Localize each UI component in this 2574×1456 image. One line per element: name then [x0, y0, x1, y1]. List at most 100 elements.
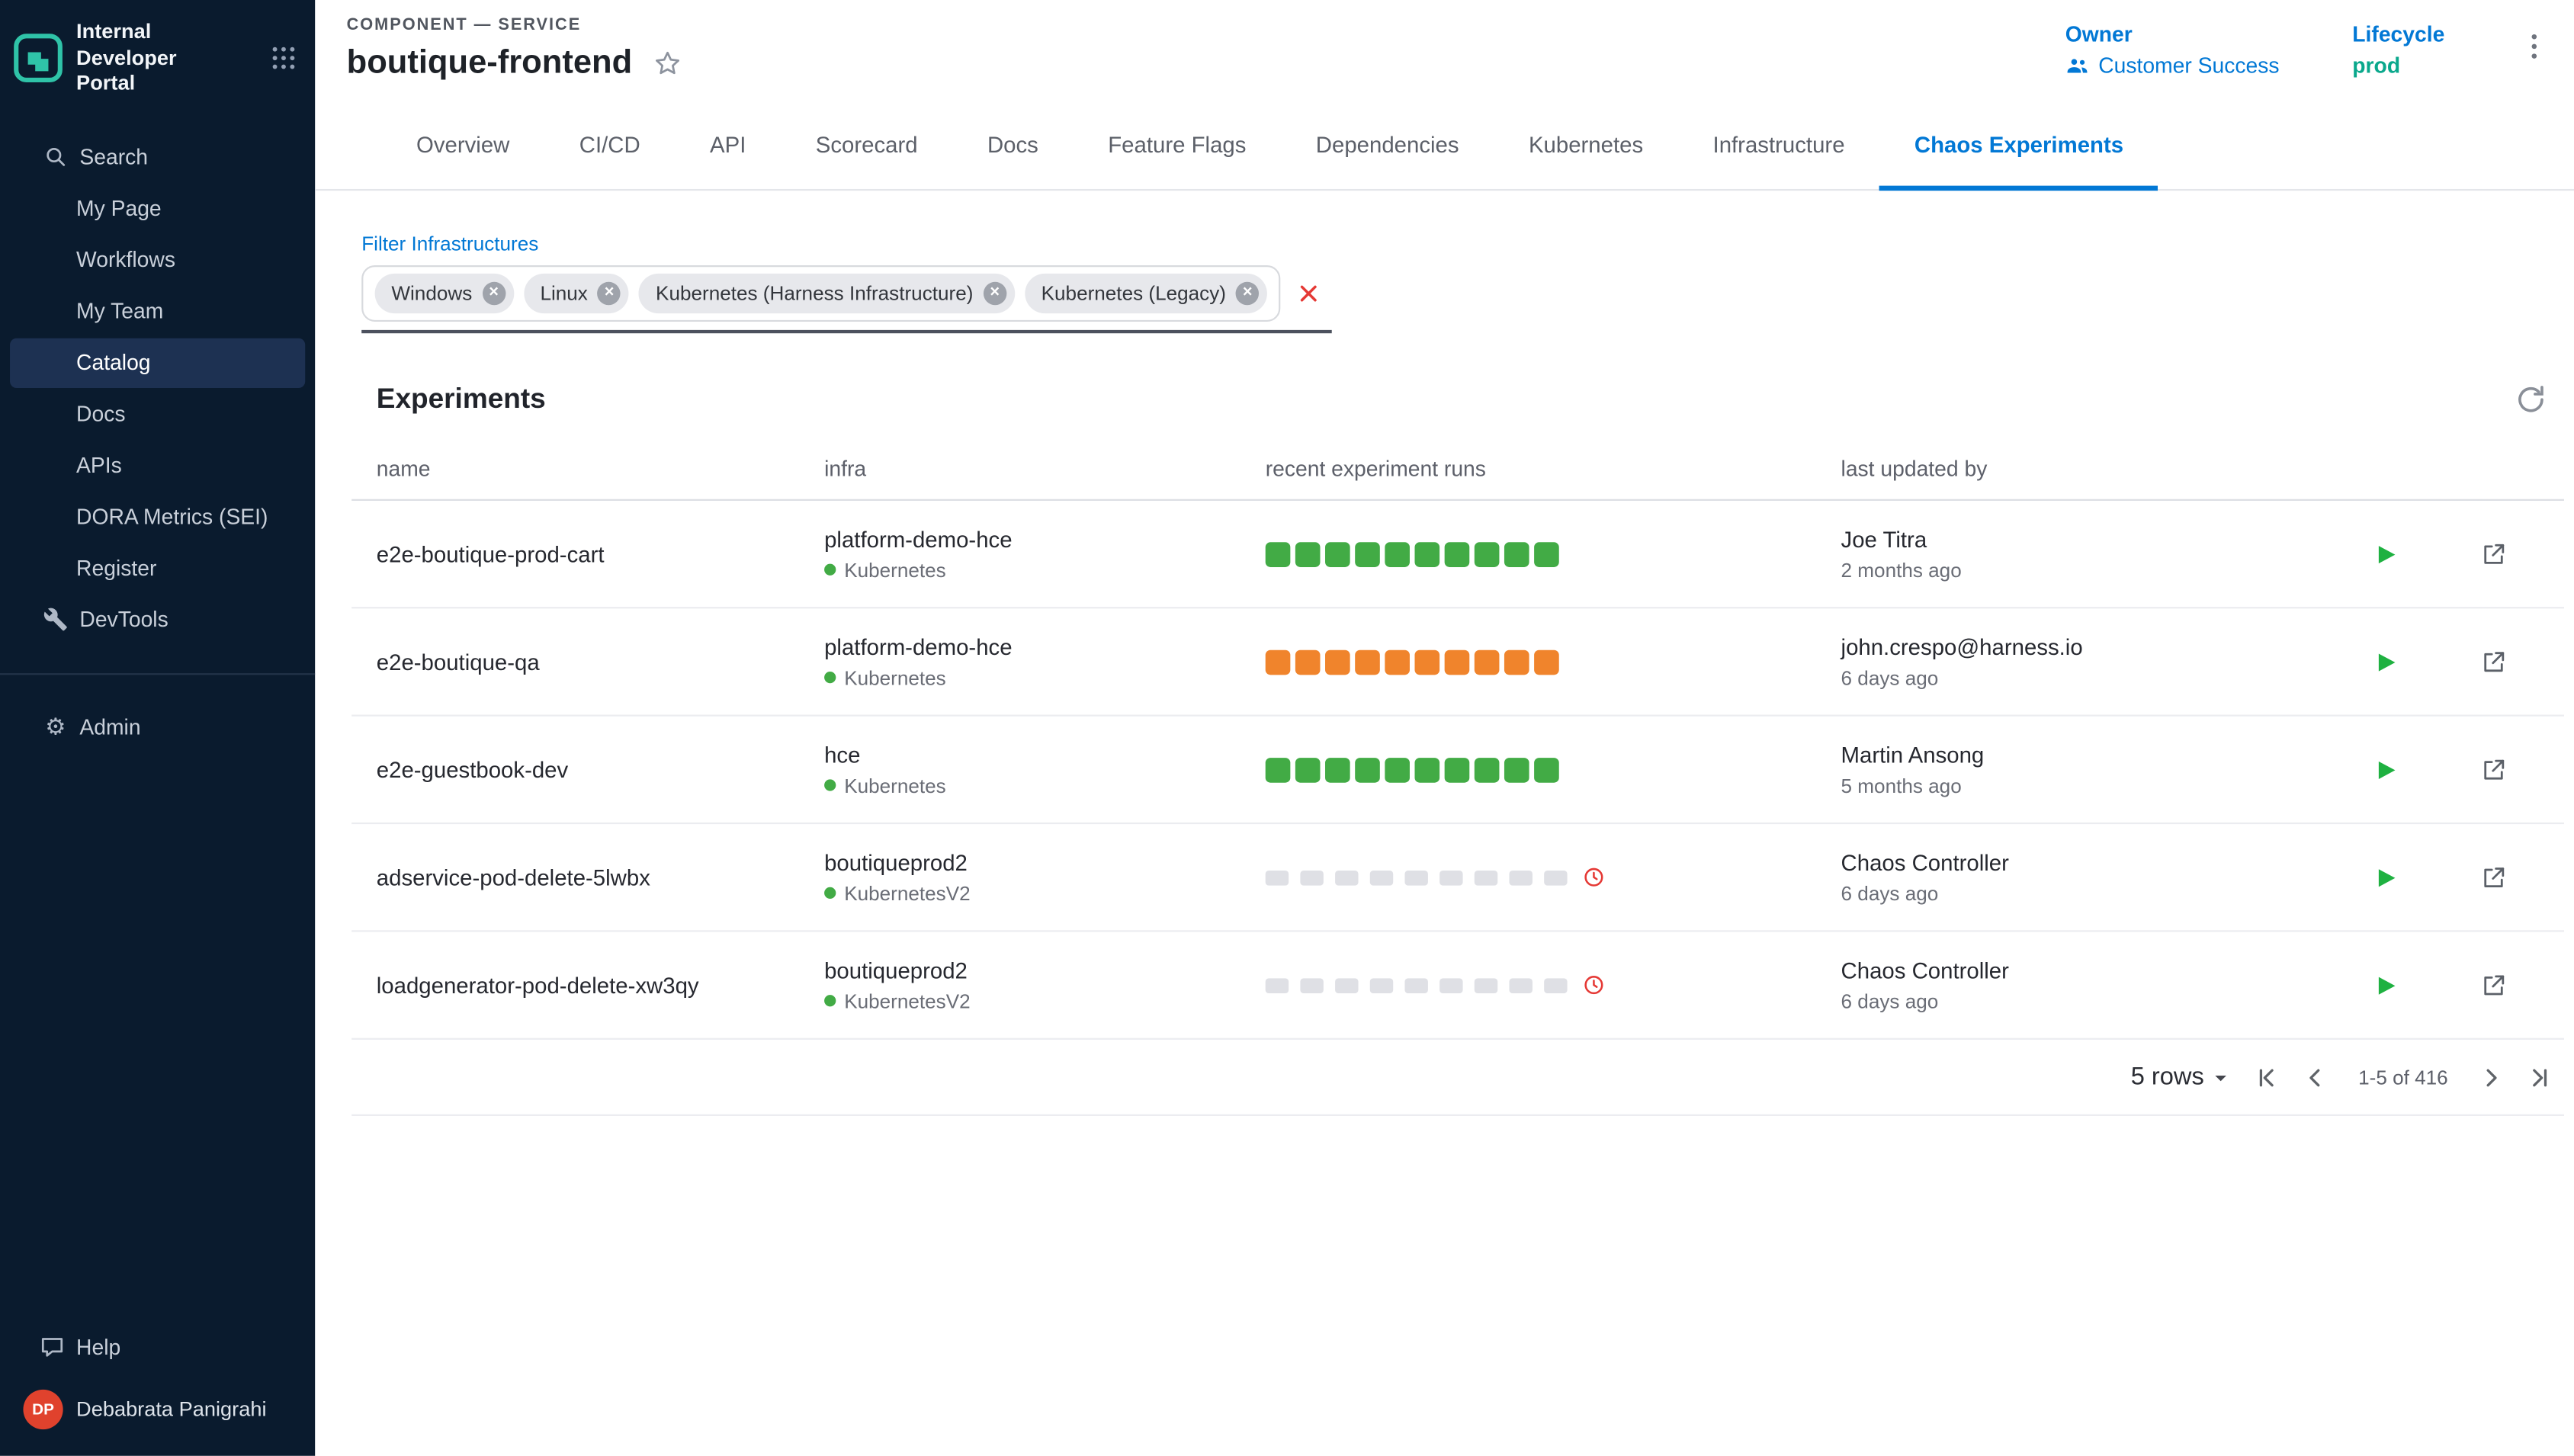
run-experiment-button[interactable] — [2371, 647, 2399, 675]
run-alert-icon — [1582, 973, 1605, 996]
sidebar-item-label: Register — [76, 556, 156, 582]
sidebar-item-label: Search — [79, 145, 148, 170]
open-experiment-button[interactable] — [2479, 971, 2507, 999]
owner-label[interactable]: Owner — [2065, 21, 2280, 47]
run-indicator[interactable] — [1325, 649, 1350, 675]
run-indicator[interactable] — [1266, 757, 1291, 782]
run-indicator[interactable] — [1295, 649, 1321, 675]
rows-per-page-select[interactable]: 5 rows — [2131, 1063, 2234, 1091]
tab-api[interactable]: API — [675, 100, 781, 189]
run-empty-indicator — [1475, 870, 1497, 885]
updated-at: 6 days ago — [1841, 989, 2335, 1012]
updated-cell: Chaos Controller6 days ago — [1841, 850, 2335, 905]
tab-scorecard[interactable]: Scorecard — [781, 100, 952, 189]
run-indicator[interactable] — [1266, 649, 1291, 675]
column-header-runs: recent experiment runs — [1266, 456, 1841, 481]
infrastructure-filter: Windows×Linux×Kubernetes (Harness Infras… — [361, 265, 1332, 333]
first-page-icon[interactable] — [2252, 1062, 2282, 1092]
run-indicator[interactable] — [1295, 541, 1321, 566]
open-experiment-button[interactable] — [2479, 755, 2507, 784]
status-dot-icon — [824, 887, 836, 899]
infra-name: platform-demo-hce — [824, 634, 1266, 659]
sidebar-item-search[interactable]: Search — [10, 133, 305, 182]
apps-grid-icon[interactable] — [268, 44, 298, 74]
updated-cell: Martin Ansong5 months ago — [1841, 742, 2335, 797]
run-indicator[interactable] — [1534, 757, 1559, 782]
run-indicator[interactable] — [1504, 541, 1529, 566]
clear-filter-icon[interactable] — [1295, 281, 1322, 307]
last-page-icon[interactable] — [2524, 1062, 2554, 1092]
run-indicator[interactable] — [1475, 541, 1500, 566]
open-experiment-button[interactable] — [2479, 863, 2507, 891]
run-indicator[interactable] — [1534, 541, 1559, 566]
tab-overview[interactable]: Overview — [381, 100, 544, 189]
run-empty-indicator — [1300, 870, 1323, 885]
sidebar-item-my-page[interactable]: My Page — [10, 184, 305, 233]
updated-by: Joe Titra — [1841, 527, 2335, 552]
run-experiment-button[interactable] — [2371, 863, 2399, 891]
sidebar-item-register[interactable]: Register — [10, 544, 305, 593]
run-indicator[interactable] — [1475, 757, 1500, 782]
infra-cell: boutiqueprod2KubernetesV2 — [824, 957, 1266, 1012]
sidebar-item-dora-metrics-sei[interactable]: DORA Metrics (SEI) — [10, 492, 305, 542]
favorite-star-icon[interactable] — [652, 48, 683, 79]
chip-remove-icon[interactable]: × — [482, 282, 505, 305]
run-indicator[interactable] — [1414, 757, 1439, 782]
pagination-range: 1-5 of 416 — [2358, 1066, 2448, 1089]
run-experiment-button[interactable] — [2371, 971, 2399, 999]
user-profile[interactable]: DP Debabrata Panigrahi — [0, 1373, 315, 1442]
run-indicator[interactable] — [1355, 757, 1380, 782]
refresh-icon[interactable] — [2515, 383, 2548, 416]
run-indicator[interactable] — [1325, 757, 1350, 782]
run-indicator[interactable] — [1355, 649, 1380, 675]
run-indicator[interactable] — [1414, 541, 1439, 566]
tab-infrastructure[interactable]: Infrastructure — [1678, 100, 1879, 189]
chip-remove-icon[interactable]: × — [983, 282, 1006, 305]
sidebar-item-apis[interactable]: APIs — [10, 441, 305, 490]
sidebar-item-help[interactable]: Help — [10, 1322, 305, 1371]
tab-ci-cd[interactable]: CI/CD — [544, 100, 675, 189]
next-page-icon[interactable] — [2476, 1062, 2506, 1092]
run-empty-indicator — [1544, 870, 1567, 885]
tab-kubernetes[interactable]: Kubernetes — [1494, 100, 1678, 189]
prev-page-icon[interactable] — [2300, 1062, 2330, 1092]
run-indicator[interactable] — [1445, 757, 1470, 782]
run-indicator[interactable] — [1475, 649, 1500, 675]
tab-dependencies[interactable]: Dependencies — [1281, 100, 1494, 189]
run-indicator[interactable] — [1504, 649, 1529, 675]
sidebar-item-catalog[interactable]: Catalog — [10, 338, 305, 387]
sidebar-item-devtools[interactable]: DevTools — [10, 595, 305, 645]
sidebar-item-label: APIs — [76, 454, 122, 479]
sidebar-item-label: Catalog — [76, 351, 150, 376]
run-indicator[interactable] — [1414, 649, 1439, 675]
run-experiment-button[interactable] — [2371, 755, 2399, 784]
tab-chaos-experiments[interactable]: Chaos Experiments — [1879, 100, 2158, 189]
sidebar-item-workflows[interactable]: Workflows — [10, 236, 305, 285]
run-indicator[interactable] — [1385, 649, 1410, 675]
open-experiment-button[interactable] — [2479, 647, 2507, 675]
open-experiment-button[interactable] — [2479, 540, 2507, 568]
run-indicator[interactable] — [1355, 541, 1380, 566]
chip-remove-icon[interactable]: × — [1236, 282, 1259, 305]
run-indicator[interactable] — [1385, 541, 1410, 566]
tab-feature-flags[interactable]: Feature Flags — [1074, 100, 1282, 189]
run-indicator[interactable] — [1325, 541, 1350, 566]
run-indicator[interactable] — [1534, 649, 1559, 675]
run-indicator[interactable] — [1295, 757, 1321, 782]
chip-remove-icon[interactable]: × — [598, 282, 621, 305]
filter-chip-label: Linux — [540, 282, 587, 305]
run-indicator[interactable] — [1445, 541, 1470, 566]
updated-cell: Chaos Controller6 days ago — [1841, 957, 2335, 1012]
tab-docs[interactable]: Docs — [952, 100, 1073, 189]
sidebar-item-admin[interactable]: ⚙ Admin — [10, 703, 305, 752]
run-indicator[interactable] — [1504, 757, 1529, 782]
run-indicator[interactable] — [1266, 541, 1291, 566]
owner-value[interactable]: Customer Success — [2065, 53, 2280, 79]
sidebar: Internal Developer Portal SearchMy PageW… — [0, 0, 315, 1456]
run-indicator[interactable] — [1385, 757, 1410, 782]
run-experiment-button[interactable] — [2371, 540, 2399, 568]
sidebar-item-docs[interactable]: Docs — [10, 390, 305, 439]
run-indicator[interactable] — [1445, 649, 1470, 675]
kebab-menu-icon[interactable] — [2518, 30, 2551, 63]
sidebar-item-my-team[interactable]: My Team — [10, 287, 305, 336]
